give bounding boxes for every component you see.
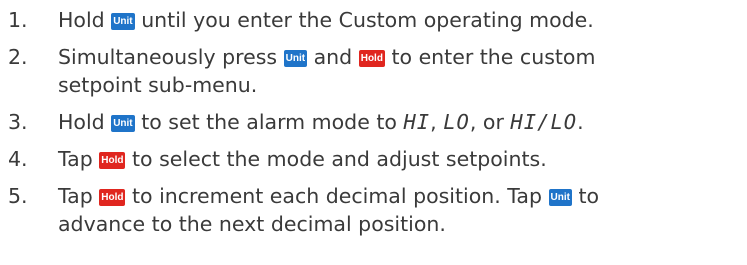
step-text: to set the alarm mode to (141, 110, 397, 134)
step-text: . (577, 110, 584, 134)
step-number: 5. (8, 184, 28, 208)
step-text: and (313, 45, 353, 69)
hold-key-icon: Hold (99, 189, 126, 206)
step-text: until you enter the Custom operating mod… (141, 8, 594, 32)
step-text: to enter the custom (391, 45, 596, 69)
step-text: to select the mode and adjust setpoints. (132, 147, 547, 171)
step-text: Tap (58, 184, 93, 208)
unit-key-icon: Unit (111, 115, 135, 132)
step-number: 4. (8, 147, 28, 171)
step-number: 2. (8, 45, 28, 69)
unit-key-icon: Unit (283, 50, 308, 67)
step-text: setpoint sub-menu. (58, 73, 258, 97)
step-text: to (578, 184, 600, 208)
step-text: Hold (58, 8, 105, 32)
step-text: Tap (58, 147, 93, 171)
hold-key-icon: Hold (358, 50, 385, 67)
step-3: 3. Hold Unit to set the alarm mode to HI… (0, 108, 747, 136)
step-2: 2. Simultaneously press Unit and Hold to… (0, 43, 747, 99)
step-text: Simultaneously press (58, 45, 278, 69)
lcd-mode-hi-lo: HI/LO (510, 110, 578, 134)
step-number: 1. (8, 8, 28, 32)
step-4: 4. Tap Hold to select the mode and adjus… (0, 145, 747, 173)
lcd-mode-hi: HI (403, 110, 431, 134)
step-1: 1. Hold Unit until you enter the Custom … (0, 6, 747, 34)
hold-key-icon: Hold (99, 152, 126, 169)
step-text: Hold (58, 110, 105, 134)
step-5: 5. Tap Hold to increment each decimal po… (0, 182, 747, 238)
lcd-mode-lo: LO (443, 110, 470, 134)
step-text: to increment each decimal position. Tap (132, 184, 542, 208)
step-text: , (430, 110, 437, 134)
unit-key-icon: Unit (548, 189, 572, 206)
step-number: 3. (8, 110, 28, 134)
unit-key-icon: Unit (111, 13, 135, 30)
instruction-list: 1. Hold Unit until you enter the Custom … (0, 0, 747, 238)
step-text: advance to the next decimal position. (58, 212, 446, 236)
step-text: , or (469, 110, 504, 134)
